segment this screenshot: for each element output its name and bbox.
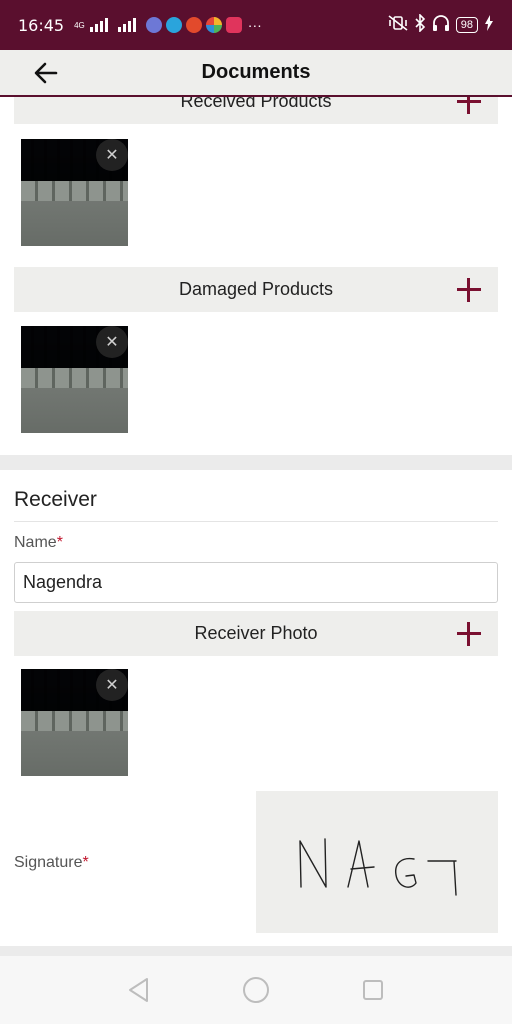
status-right-icons: 98 [388, 12, 494, 37]
swiggy-icon [185, 17, 202, 33]
app-bar: Documents [0, 50, 512, 97]
arrow-left-icon [34, 62, 58, 84]
name-field[interactable] [14, 562, 498, 603]
damaged-products-label: Damaged Products [178, 279, 334, 299]
close-icon: ✕ [105, 677, 119, 694]
received-products-header: Received Products [14, 97, 498, 124]
add-damaged-photo-button[interactable] [454, 275, 484, 305]
signature-label: Signature* [14, 854, 89, 871]
products-card: Received Products ✕ Damaged Products ✕ [0, 97, 512, 455]
discord-icon [145, 17, 162, 33]
signature-drawing [299, 838, 457, 896]
charging-icon [484, 14, 494, 36]
more-notifications-icon: ··· [247, 17, 262, 33]
vibrate-off-icon [388, 14, 408, 36]
signature-pad[interactable] [256, 791, 498, 933]
add-receiver-photo-button[interactable] [454, 619, 484, 649]
received-product-photo[interactable]: ✕ [21, 139, 128, 246]
damaged-products-header: Damaged Products [14, 267, 498, 312]
status-bar: 16:45 4G ··· 98 [0, 0, 512, 50]
status-left-icons: 4G ··· [74, 17, 262, 33]
name-label: Name* [14, 534, 63, 551]
nav-recents-button[interactable] [353, 970, 393, 1010]
remove-photo-button[interactable]: ✕ [96, 326, 128, 358]
back-button[interactable] [30, 58, 62, 88]
telegram-icon [165, 17, 182, 33]
remove-photo-button[interactable]: ✕ [96, 669, 128, 701]
status-time: 16:45 [18, 15, 65, 35]
headphones-icon [432, 14, 450, 37]
nav-back-button[interactable] [119, 970, 159, 1010]
home-circle-icon [242, 977, 269, 1003]
divider [14, 521, 498, 522]
received-products-label: Received Products [180, 97, 332, 111]
app-notification-icon [225, 17, 242, 33]
required-marker: * [82, 854, 89, 871]
network-type-label: 4G [74, 20, 85, 30]
system-navigation-bar [0, 956, 512, 1024]
required-marker: * [56, 534, 63, 551]
page-title: Documents [201, 61, 311, 83]
bluetooth-icon [414, 12, 426, 37]
battery-icon: 98 [455, 17, 478, 33]
signal-2-icon [117, 18, 136, 32]
receiver-photo-header: Receiver Photo [14, 611, 498, 656]
close-icon: ✕ [105, 147, 119, 164]
receiver-heading: Receiver [14, 488, 97, 511]
pinwheel-icon [205, 17, 222, 33]
back-triangle-icon [128, 978, 148, 1002]
nav-home-button[interactable] [236, 970, 276, 1010]
receiver-photo[interactable]: ✕ [21, 669, 128, 776]
add-received-photo-button[interactable] [454, 97, 484, 117]
remove-photo-button[interactable]: ✕ [96, 139, 128, 171]
signal-1-icon [89, 18, 108, 32]
receiver-photo-label: Receiver Photo [194, 623, 318, 643]
damaged-product-photo[interactable]: ✕ [21, 326, 128, 433]
close-icon: ✕ [105, 334, 119, 351]
recents-square-icon [363, 980, 384, 1000]
